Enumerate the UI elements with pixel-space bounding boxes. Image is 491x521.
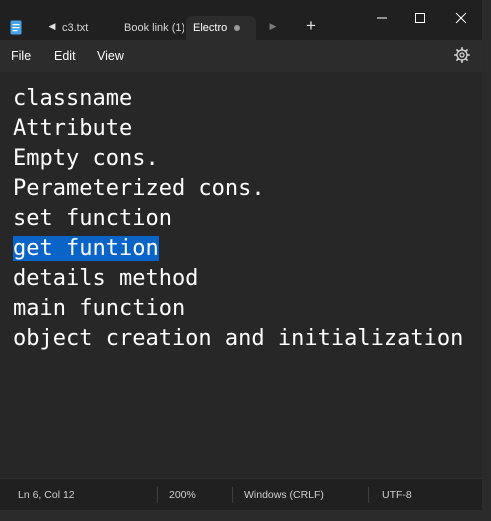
editor-line: classname bbox=[13, 86, 133, 111]
text-selection: get funtion bbox=[13, 236, 159, 261]
cursor-position: Ln 6, Col 12 bbox=[18, 489, 75, 501]
text-editor[interactable]: classname Attribute Empty cons. Peramete… bbox=[0, 72, 482, 478]
title-bar: ◀ c3.txt Book link (1). Electro ▶ + bbox=[0, 0, 482, 40]
notepad-window: ◀ c3.txt Book link (1). Electro ▶ + File… bbox=[0, 0, 482, 510]
editor-line: main function bbox=[13, 296, 186, 321]
status-divider bbox=[157, 487, 158, 503]
close-icon[interactable] bbox=[451, 8, 471, 28]
triangle-right-icon[interactable]: ▶ bbox=[268, 20, 278, 32]
unsaved-dot-icon bbox=[234, 25, 240, 31]
menu-view[interactable]: View bbox=[97, 48, 124, 64]
tab-book-link[interactable]: Book link (1). bbox=[124, 16, 184, 40]
tab-c3-txt[interactable]: c3.txt bbox=[62, 16, 107, 40]
status-bar: Ln 6, Col 12 200% Windows (CRLF) UTF-8 bbox=[0, 478, 482, 510]
triangle-left-icon[interactable]: ◀ bbox=[47, 20, 57, 32]
editor-line: object creation and initialization bbox=[13, 326, 464, 351]
editor-line: Empty cons. bbox=[13, 146, 159, 171]
menu-bar: File Edit View bbox=[0, 40, 482, 72]
menu-file[interactable]: File bbox=[11, 48, 31, 64]
zoom-level[interactable]: 200% bbox=[169, 488, 196, 502]
new-tab-button[interactable]: + bbox=[303, 17, 319, 35]
tab-electro[interactable]: Electro bbox=[186, 16, 256, 40]
status-divider bbox=[232, 487, 233, 503]
menu-edit[interactable]: Edit bbox=[54, 48, 76, 64]
editor-line: set function bbox=[13, 206, 172, 231]
encoding[interactable]: UTF-8 bbox=[382, 488, 412, 502]
editor-line: details method bbox=[13, 266, 199, 291]
editor-line: Perameterized cons. bbox=[13, 176, 265, 201]
line-ending[interactable]: Windows (CRLF) bbox=[244, 488, 324, 502]
minimize-icon[interactable] bbox=[372, 8, 392, 28]
maximize-icon[interactable] bbox=[410, 8, 430, 28]
status-divider bbox=[368, 487, 369, 503]
notepad-icon bbox=[10, 20, 22, 35]
gear-icon[interactable] bbox=[453, 46, 471, 64]
editor-line-selected: get funtion bbox=[13, 234, 159, 264]
editor-line: Attribute bbox=[13, 116, 133, 141]
